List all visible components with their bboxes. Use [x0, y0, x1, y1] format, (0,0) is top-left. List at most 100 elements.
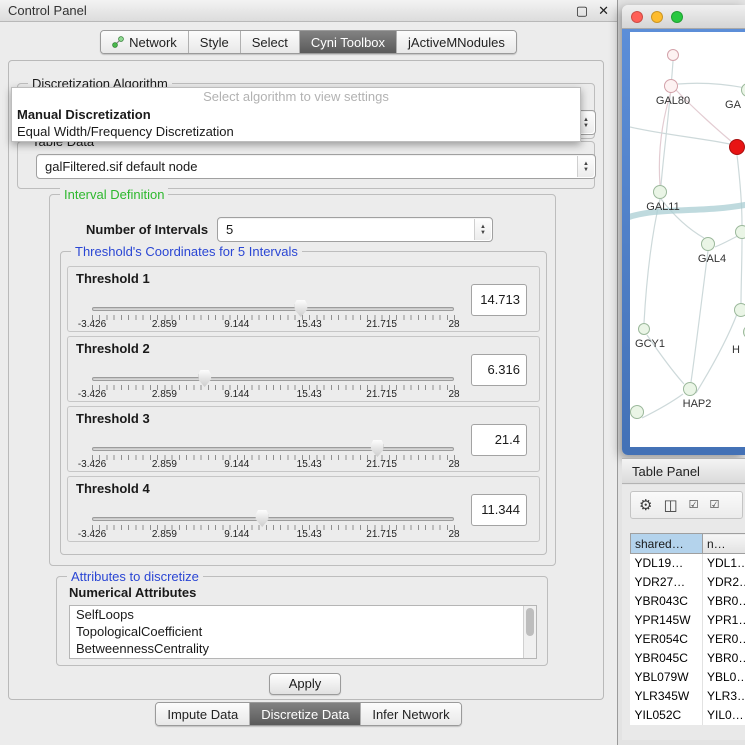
- table-cell[interactable]: YIL0…: [703, 706, 745, 725]
- network-node[interactable]: [735, 225, 745, 239]
- tab-cyni-toolbox[interactable]: Cyni Toolbox: [300, 31, 397, 53]
- float-window-icon[interactable]: ▢: [576, 3, 588, 19]
- scale-label: 2.859: [152, 529, 177, 540]
- attribute-item[interactable]: SelfLoops: [70, 606, 536, 623]
- dropdown-option[interactable]: Manual Discretization: [12, 106, 580, 123]
- network-node[interactable]: [734, 303, 745, 317]
- table-row[interactable]: YPR145W YPR1…: [631, 611, 745, 630]
- scale-label: 2.859: [152, 459, 177, 470]
- mac-minimize-button[interactable]: [651, 11, 663, 23]
- network-node-label: GA: [725, 99, 741, 111]
- network-node[interactable]: [638, 323, 650, 335]
- close-icon[interactable]: ✕: [598, 3, 609, 19]
- tab-network[interactable]: Network: [101, 31, 189, 53]
- network-node[interactable]: [701, 237, 715, 251]
- threshold-slider[interactable]: [92, 517, 454, 521]
- table-cell[interactable]: YBR043C: [631, 592, 703, 611]
- threshold-value-field[interactable]: 21.4: [471, 424, 527, 456]
- tab-style[interactable]: Style: [189, 31, 241, 53]
- scrollbar-thumb[interactable]: [526, 608, 534, 636]
- attributes-group-title: Attributes to discretize: [67, 569, 203, 584]
- network-node[interactable]: [729, 139, 745, 155]
- table-cell[interactable]: YPR1…: [703, 611, 745, 630]
- threshold-slider[interactable]: [92, 447, 454, 451]
- table-cell[interactable]: YDR2…: [703, 573, 745, 592]
- mac-zoom-button[interactable]: [671, 11, 683, 23]
- mac-close-button[interactable]: [631, 11, 643, 23]
- table-row[interactable]: YBR045C YBR0…: [631, 649, 745, 668]
- apply-button[interactable]: Apply: [269, 673, 341, 695]
- table-row[interactable]: YDR27… YDR2…: [631, 573, 745, 592]
- dropdown-option[interactable]: Equal Width/Frequency Discretization: [12, 123, 580, 140]
- network-node[interactable]: [683, 382, 697, 396]
- table-cell[interactable]: YPR145W: [631, 611, 703, 630]
- threshold-label: Threshold 3: [76, 411, 150, 426]
- scale-label: -3.426: [78, 529, 106, 540]
- threshold-value-field[interactable]: 11.344: [471, 494, 527, 526]
- tab-impute-data[interactable]: Impute Data: [156, 703, 250, 725]
- table-cell[interactable]: YIL052C: [631, 706, 703, 725]
- table-cell[interactable]: YDL19…: [631, 554, 703, 573]
- network-canvas[interactable]: GAL80GAGAL11GAL4GCY1HAP2H: [630, 32, 745, 447]
- table-cell[interactable]: YLR345W: [631, 687, 703, 706]
- table-row[interactable]: YBL079W YBL0…: [631, 668, 745, 687]
- network-node-label: GAL11: [646, 201, 679, 213]
- network-node-label: GCY1: [635, 338, 665, 350]
- table-panel-header: Table Panel: [622, 458, 745, 484]
- scale-label: 21.715: [366, 389, 397, 400]
- table-cell[interactable]: YBR045C: [631, 649, 703, 668]
- attributes-scrollbar[interactable]: [523, 606, 536, 658]
- network-node[interactable]: [667, 49, 679, 61]
- table-row[interactable]: YDL19… YDL1…: [631, 554, 745, 573]
- table-row[interactable]: YIL052C YIL0…: [631, 706, 745, 725]
- columns-icon[interactable]: ◫: [663, 498, 677, 513]
- table-cell[interactable]: YDL1…: [703, 554, 745, 573]
- top-tab-bar: Network Style Select Cyni Toolbox jActiv…: [0, 30, 617, 54]
- table-row[interactable]: YER054C YER0…: [631, 630, 745, 649]
- dropdown-placeholder: Select algorithm to view settings: [12, 88, 580, 106]
- column-header-shared-name[interactable]: shared…: [631, 534, 703, 554]
- num-intervals-combobox[interactable]: 5 ▲▼: [217, 217, 493, 242]
- tab-label: Discretize Data: [261, 707, 349, 722]
- tab-discretize-data[interactable]: Discretize Data: [250, 703, 361, 725]
- gear-icon[interactable]: ⚙: [639, 498, 652, 513]
- num-intervals-label: Number of Intervals: [86, 222, 208, 237]
- tab-jactivemnodules[interactable]: jActiveMNodules: [397, 31, 516, 53]
- scale-label: 28: [448, 319, 459, 330]
- table-panel-toolbar: ⚙ ◫ ☑ ☑: [630, 491, 743, 519]
- attributes-items: SelfLoops TopologicalCoefficient Between…: [70, 606, 536, 657]
- select-none-icon[interactable]: ☑: [710, 500, 720, 511]
- table-cell[interactable]: YBR0…: [703, 649, 745, 668]
- table-cell[interactable]: YBL0…: [703, 668, 745, 687]
- network-node[interactable]: [653, 185, 667, 199]
- network-node-label: GAL4: [698, 253, 726, 265]
- threshold-value-field[interactable]: 14.713: [471, 284, 527, 316]
- table-row[interactable]: YBR043C YBR0…: [631, 592, 745, 611]
- table-row[interactable]: YLR345W YLR3…: [631, 687, 745, 706]
- table-cell[interactable]: YDR27…: [631, 573, 703, 592]
- table-cell[interactable]: YLR3…: [703, 687, 745, 706]
- attribute-item[interactable]: BetweennessCentrality: [70, 640, 536, 657]
- table-rows: YDL19… YDL1… YDR27… YDR2… YBR043C YBR0… …: [631, 554, 745, 725]
- threshold-slider[interactable]: [92, 307, 454, 311]
- threshold-value-field[interactable]: 6.316: [471, 354, 527, 386]
- table-cell[interactable]: YBR0…: [703, 592, 745, 611]
- table-data-combobox[interactable]: galFiltered.sif default node ▲▼: [36, 154, 596, 179]
- thresholds-group: Threshold's Coordinates for 5 Intervals …: [60, 251, 547, 555]
- column-header-name[interactable]: n…: [703, 534, 745, 554]
- attribute-item[interactable]: TopologicalCoefficient: [70, 623, 536, 640]
- scale-label: -3.426: [78, 389, 106, 400]
- tab-select[interactable]: Select: [241, 31, 300, 53]
- table-cell[interactable]: YER054C: [631, 630, 703, 649]
- network-node[interactable]: [664, 79, 678, 93]
- table-cell[interactable]: YER0…: [703, 630, 745, 649]
- threshold-slider[interactable]: [92, 377, 454, 381]
- select-all-icon[interactable]: ☑: [689, 500, 699, 511]
- scale-label: 15.43: [297, 319, 322, 330]
- combo-stepper-icon: ▲▼: [474, 219, 491, 240]
- table-cell[interactable]: YBL079W: [631, 668, 703, 687]
- scale-label: 9.144: [224, 459, 249, 470]
- attributes-list[interactable]: SelfLoops TopologicalCoefficient Between…: [69, 605, 537, 659]
- network-node[interactable]: [630, 405, 644, 419]
- tab-infer-network[interactable]: Infer Network: [361, 703, 460, 725]
